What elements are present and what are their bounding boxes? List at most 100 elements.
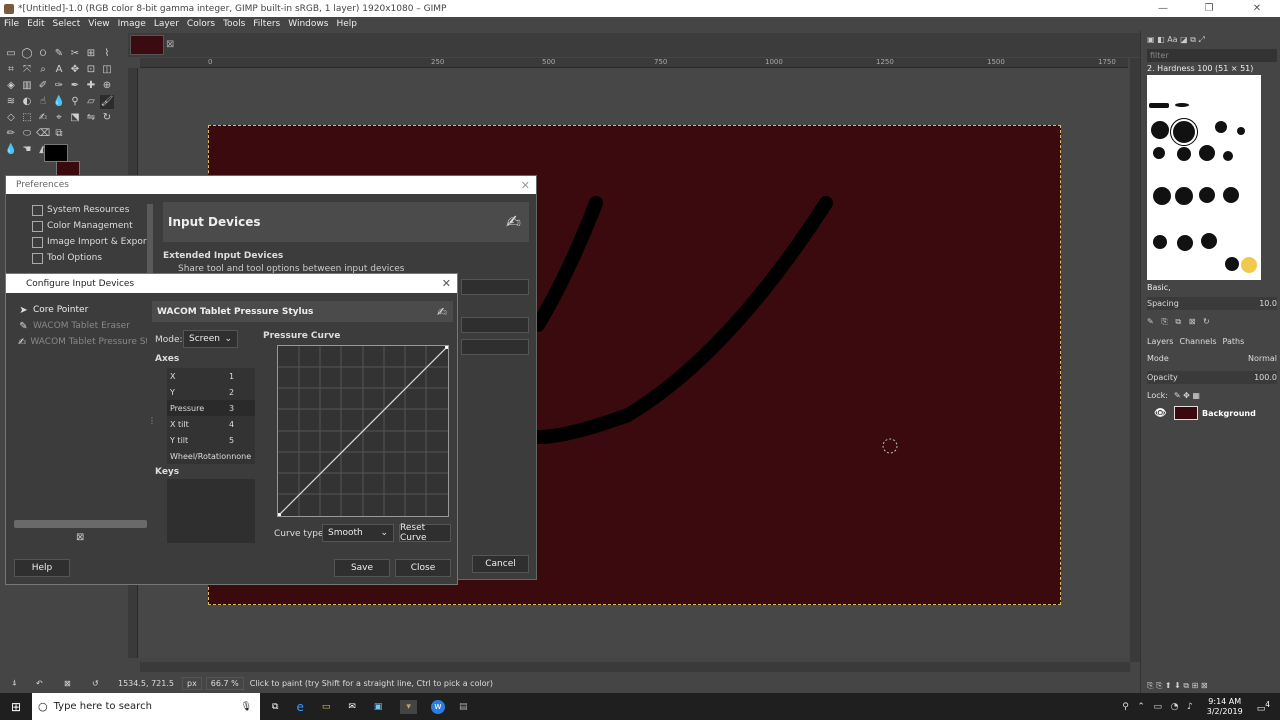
- unified-transform-icon[interactable]: ⬔: [68, 111, 82, 125]
- menu-colors[interactable]: Colors: [187, 19, 215, 29]
- edge-icon[interactable]: e: [296, 700, 303, 714]
- axis-row[interactable]: Y2: [167, 384, 255, 400]
- brush-item[interactable]: [1175, 103, 1189, 107]
- brush-item[interactable]: [1199, 145, 1215, 161]
- cage-icon[interactable]: ⬚: [20, 111, 34, 125]
- menu-windows[interactable]: Windows: [288, 19, 328, 29]
- close-button[interactable]: Close: [395, 559, 451, 577]
- menu-edit[interactable]: Edit: [27, 19, 44, 29]
- heal-icon[interactable]: ✚: [84, 79, 98, 93]
- keys-list[interactable]: [167, 479, 255, 543]
- brush-item[interactable]: [1177, 235, 1193, 251]
- tab-layers[interactable]: Layers: [1147, 337, 1173, 346]
- reset-curve-button[interactable]: Reset Curve: [399, 523, 451, 543]
- horizontal-scrollbar[interactable]: [140, 662, 1130, 672]
- gimp-taskbar-icon[interactable]: ▾: [400, 699, 417, 714]
- restore-button[interactable]: ❐: [1186, 0, 1232, 17]
- zoom-selector[interactable]: 66.7 %: [205, 676, 244, 690]
- brush-item[interactable]: [1175, 187, 1193, 205]
- transform-icon[interactable]: ⤧: [20, 63, 34, 77]
- blur-icon[interactable]: 💧: [52, 95, 66, 109]
- reset-icon[interactable]: ↺: [92, 679, 112, 688]
- brush-item[interactable]: [1241, 257, 1257, 273]
- axis-row[interactable]: X1: [167, 368, 255, 384]
- text-icon[interactable]: A: [52, 63, 66, 77]
- tab-paths[interactable]: Paths: [1223, 337, 1245, 346]
- clone-icon[interactable]: ⊕: [100, 79, 114, 93]
- task-view-icon[interactable]: ⧉: [272, 702, 278, 712]
- perspective-icon[interactable]: ◇: [4, 111, 18, 125]
- selected-brush[interactable]: [1170, 118, 1198, 146]
- pref-field[interactable]: [461, 317, 529, 333]
- free-select-icon[interactable]: ଠ: [36, 47, 50, 61]
- brush-item[interactable]: [1223, 187, 1239, 203]
- menu-file[interactable]: File: [4, 19, 19, 29]
- curve-type-dropdown[interactable]: Smooth ⌄: [322, 524, 394, 542]
- brush-item[interactable]: [1151, 121, 1169, 139]
- tab-channels[interactable]: Channels: [1179, 337, 1216, 346]
- smudge-alt-icon[interactable]: ☚: [20, 143, 34, 157]
- move-icon[interactable]: ✥: [68, 63, 82, 77]
- menu-view[interactable]: View: [88, 19, 109, 29]
- notifications-icon[interactable]: ▭4: [1257, 700, 1270, 714]
- warp-icon[interactable]: ≋: [4, 95, 18, 109]
- close-image-icon[interactable]: ⊠: [166, 39, 174, 50]
- delete-icon[interactable]: ⊠: [64, 679, 84, 688]
- brush-item[interactable]: [1153, 235, 1167, 249]
- unit-selector[interactable]: px: [181, 676, 202, 690]
- rect-select-icon[interactable]: ▭: [4, 47, 18, 61]
- nav-color-management[interactable]: Color Management: [20, 218, 160, 234]
- eye-icon[interactable]: 👁: [1154, 408, 1167, 419]
- pressure-curve-editor[interactable]: [277, 345, 449, 517]
- bucket-fill-icon[interactable]: ◈: [4, 79, 18, 93]
- layer-mode-dropdown[interactable]: Normal: [1248, 354, 1277, 363]
- taskbar-search-box[interactable]: ○ Type here to search 🎙: [32, 693, 260, 720]
- fuzzy-select-icon[interactable]: ✎: [52, 47, 66, 61]
- brush-item[interactable]: [1149, 103, 1169, 108]
- nav-image-import-export[interactable]: Image Import & Export: [20, 234, 160, 250]
- cancel-button[interactable]: Cancel: [472, 555, 529, 573]
- menu-tools[interactable]: Tools: [223, 19, 245, 29]
- handle-icon[interactable]: ⌖: [52, 111, 66, 125]
- app-icon[interactable]: ▤: [459, 702, 468, 712]
- eraser-alt-icon[interactable]: ⌫: [36, 127, 50, 141]
- brush-filter-input[interactable]: filter: [1147, 49, 1277, 62]
- pencil-icon[interactable]: ✐: [36, 79, 50, 93]
- pref-field[interactable]: [461, 279, 529, 295]
- layer-item-background[interactable]: 👁 Background: [1146, 404, 1276, 422]
- vertical-scrollbar[interactable]: [1130, 58, 1140, 662]
- nav-tool-options[interactable]: Tool Options: [20, 250, 160, 266]
- eraser-icon[interactable]: ▱: [84, 95, 98, 109]
- brush-tool-icon[interactable]: ✏: [4, 127, 18, 141]
- image-thumbnail[interactable]: [130, 35, 164, 55]
- spacing-slider[interactable]: Spacing 10.0: [1147, 297, 1277, 310]
- crop-icon[interactable]: ⌗: [4, 63, 18, 77]
- color-picker-icon[interactable]: ⚲: [68, 95, 82, 109]
- quick-mask-icon[interactable]: ⍋: [12, 678, 32, 688]
- brush-item[interactable]: [1153, 147, 1165, 159]
- axis-row[interactable]: X tilt 4: [167, 416, 255, 432]
- foreground-color-swatch[interactable]: [44, 144, 68, 162]
- close-window-button[interactable]: ✕: [1234, 0, 1280, 17]
- drop-icon[interactable]: 💧: [4, 143, 18, 157]
- brush-item[interactable]: [1177, 147, 1191, 161]
- delete-device-icon[interactable]: ⊠: [76, 532, 84, 543]
- brush-item[interactable]: [1201, 233, 1217, 249]
- zoom-icon[interactable]: ⌕: [36, 63, 50, 77]
- axis-row[interactable]: Y tilt 5: [167, 432, 255, 448]
- gradient-icon[interactable]: ▥: [20, 79, 34, 93]
- sponge-icon[interactable]: ⬭: [20, 127, 34, 141]
- ellipse-select-icon[interactable]: ◯: [20, 47, 34, 61]
- menu-select[interactable]: Select: [53, 19, 81, 29]
- scissors-icon[interactable]: ✂: [68, 47, 82, 61]
- undo-icon[interactable]: ↶: [36, 679, 56, 688]
- brush-actions[interactable]: ✎ ⎘ ⧉ ⊠ ↻: [1147, 315, 1277, 328]
- opacity-slider[interactable]: Opacity 100.0: [1147, 371, 1277, 384]
- mode-dropdown[interactable]: Screen ⌄: [183, 330, 238, 348]
- nav-scrollbar[interactable]: [147, 204, 153, 274]
- flip-icon[interactable]: ⇋: [84, 111, 98, 125]
- rotate-icon[interactable]: ↻: [100, 111, 114, 125]
- brush-item[interactable]: [1237, 127, 1245, 135]
- store-icon[interactable]: ▣: [374, 702, 383, 712]
- brushes-grid[interactable]: [1147, 75, 1261, 280]
